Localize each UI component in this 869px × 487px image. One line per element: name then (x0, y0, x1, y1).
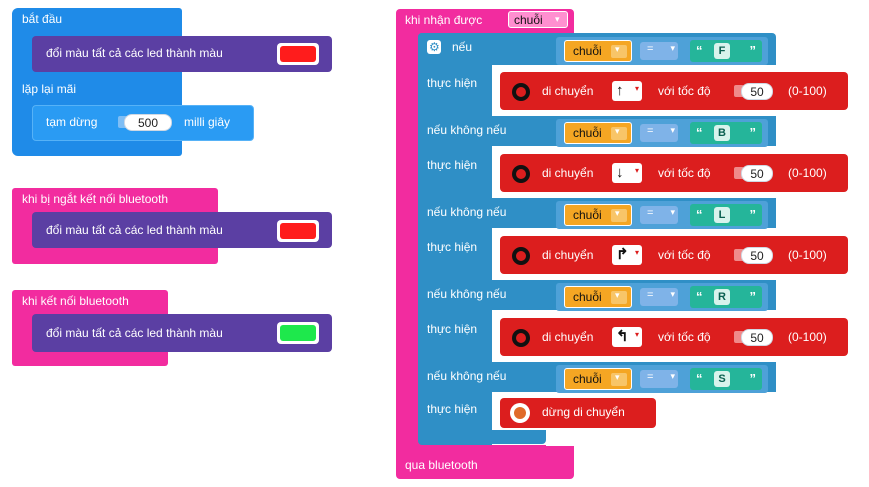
chevron-down-icon: ▾ (634, 166, 639, 175)
range-label: (0-100) (788, 248, 827, 262)
var-chip[interactable]: chuỗi (564, 40, 632, 62)
chevron-down-icon: ▾ (634, 84, 639, 93)
string-literal[interactable]: “R” (690, 286, 762, 308)
then-label: thực hiện (427, 402, 478, 416)
hand-stop-icon (510, 403, 530, 423)
if-label: nếu (452, 40, 473, 54)
speed-input[interactable]: 50 (741, 247, 773, 264)
direction-dropdown[interactable]: ↓ ▾ (612, 163, 642, 183)
color-swatch[interactable] (277, 322, 319, 344)
elseif-label: nếu không nếu (427, 205, 507, 219)
disconnect-block-label: khi bị ngắt kết nối bluetooth (22, 192, 169, 206)
arrow-up-icon: ↑ (616, 82, 624, 99)
string-literal[interactable]: “B” (690, 122, 762, 144)
string-value[interactable]: L (714, 207, 730, 223)
operator-dropdown[interactable]: = ▾ (640, 206, 678, 224)
color-swatch[interactable] (277, 43, 319, 65)
then-label: thực hiện (427, 158, 478, 172)
move-label: di chuyển (542, 248, 594, 262)
gear-icon[interactable]: ⚙ (427, 40, 441, 54)
string-value[interactable]: B (714, 125, 730, 141)
speed-input[interactable]: 50 (741, 83, 773, 100)
turn-right-icon: ↱ (616, 246, 629, 263)
wheel-icon (512, 83, 530, 101)
speed-label: với tốc độ (658, 84, 711, 98)
chevron-down-icon[interactable] (611, 290, 627, 304)
speed-input[interactable]: 50 (741, 329, 773, 346)
speed-input[interactable]: 50 (741, 165, 773, 182)
then-label: thực hiện (427, 240, 478, 254)
led-color-label: đổi màu tất cả các led thành màu (46, 223, 223, 237)
chevron-down-icon: ▾ (634, 248, 639, 257)
then-label: thực hiện (427, 76, 478, 90)
pause-value-input[interactable]: 500 (124, 114, 172, 131)
chevron-down-icon: ▾ (634, 330, 639, 339)
receive-label: khi nhận được (405, 13, 483, 27)
direction-dropdown[interactable]: ↑ ▾ (612, 81, 642, 101)
led-color-label: đổi màu tất cả các led thành màu (46, 46, 223, 60)
arrow-down-icon: ↓ (616, 164, 624, 181)
direction-dropdown[interactable]: ↱ ▾ (612, 245, 642, 265)
direction-dropdown[interactable]: ↰ ▾ (612, 327, 642, 347)
elseif-label: nếu không nếu (427, 123, 507, 137)
var-chip[interactable]: chuỗi (564, 122, 632, 144)
wheel-icon (512, 247, 530, 265)
start-block-label: bắt đầu (22, 12, 63, 26)
operator-dropdown[interactable]: = ▾ (640, 42, 678, 60)
loop-block-label: lặp lại mãi (22, 82, 77, 96)
chevron-down-icon: ▾ (670, 125, 675, 135)
pause-label: tạm dừng (46, 115, 98, 129)
chevron-down-icon: ▾ (670, 371, 675, 381)
chevron-down-icon[interactable] (611, 372, 627, 386)
footer-label: qua bluetooth (405, 458, 478, 472)
speed-label: với tốc độ (658, 248, 711, 262)
operator-dropdown[interactable]: = ▾ (640, 124, 678, 142)
string-value[interactable]: F (714, 43, 730, 59)
range-label: (0-100) (788, 330, 827, 344)
string-value[interactable]: R (714, 289, 730, 305)
move-label: di chuyển (542, 84, 594, 98)
turn-left-icon: ↰ (616, 328, 629, 345)
led-color-label: đổi màu tất cả các led thành màu (46, 326, 223, 340)
var-chip[interactable]: chuỗi (564, 368, 632, 390)
string-value[interactable]: S (714, 371, 730, 387)
chevron-down-icon: ▾ (670, 289, 675, 299)
operator-dropdown[interactable]: = ▾ (640, 288, 678, 306)
chevron-down-icon: ▾ (670, 43, 675, 53)
chevron-down-icon[interactable] (611, 208, 627, 222)
wheel-icon (512, 165, 530, 183)
chevron-down-icon[interactable] (611, 44, 627, 58)
var-chip[interactable]: chuỗi (564, 204, 632, 226)
chevron-down-icon: ▾ (670, 207, 675, 217)
speed-label: với tốc độ (658, 166, 711, 180)
color-swatch[interactable] (277, 220, 319, 242)
elseif-label: nếu không nếu (427, 287, 507, 301)
connect-block-label: khi kết nối bluetooth (22, 294, 129, 308)
operator-dropdown[interactable]: = ▾ (640, 370, 678, 388)
range-label: (0-100) (788, 166, 827, 180)
move-label: di chuyển (542, 166, 594, 180)
string-literal[interactable]: “L” (690, 204, 762, 226)
elseif-label: nếu không nếu (427, 369, 507, 383)
unit-label: milli giây (184, 115, 231, 129)
stop-label: dừng di chuyển (542, 405, 625, 419)
wheel-icon (512, 329, 530, 347)
move-label: di chuyển (542, 330, 594, 344)
var-dropdown[interactable]: chuỗi ▾ (508, 11, 568, 28)
range-label: (0-100) (788, 84, 827, 98)
string-literal[interactable]: “S” (690, 368, 762, 390)
var-chip[interactable]: chuỗi (564, 286, 632, 308)
speed-label: với tốc độ (658, 330, 711, 344)
chevron-down-icon[interactable] (611, 126, 627, 140)
string-literal[interactable]: “F” (690, 40, 762, 62)
then-label: thực hiện (427, 322, 478, 336)
